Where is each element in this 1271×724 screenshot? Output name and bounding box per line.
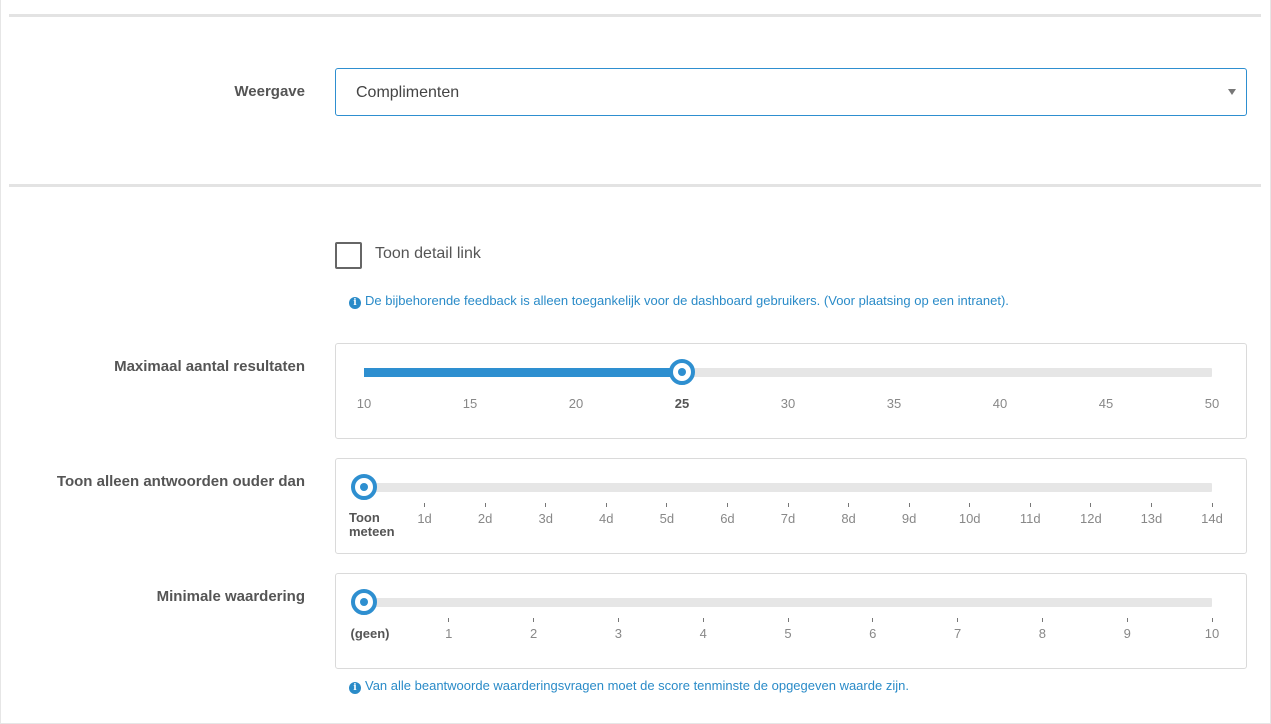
tick-label: 3 (614, 626, 622, 641)
tick-label: 6d (720, 511, 735, 526)
tick-label: 2 (529, 626, 538, 641)
tick-mark (617, 618, 619, 622)
older-than-track[interactable] (364, 483, 1212, 492)
tick-label: 40 (992, 396, 1008, 411)
max-results-fill (364, 368, 682, 377)
tick-label: 10 (1204, 626, 1220, 641)
tick-label: 1d (417, 511, 432, 526)
settings-panel: Weergave Complimenten Toon detail link i… (0, 0, 1271, 724)
max-results-handle[interactable] (669, 359, 695, 385)
min-rating-label: Minimale waardering (156, 588, 305, 605)
min-rating-info-text: Van alle beantwoorde waarderingsvragen m… (365, 678, 909, 693)
tick-mark (969, 503, 971, 507)
tick-mark (726, 503, 728, 507)
tick-label: 4d (599, 511, 614, 526)
tick-label: 13d (1140, 511, 1163, 526)
max-results-slider: 10 15 20 25 30 35 40 45 50 (335, 343, 1247, 439)
detail-link-checkbox[interactable] (335, 242, 362, 269)
tick-mark (1041, 618, 1043, 622)
tick-label: 1 (445, 626, 453, 641)
older-than-label: Toon alleen antwoorden ouder dan (56, 473, 305, 490)
tick-mark (484, 503, 486, 507)
tick-mark (424, 503, 426, 507)
tick-label: 4 (699, 626, 707, 641)
tick-mark (848, 503, 850, 507)
tick-mark (957, 618, 959, 622)
tick-label: 9d (901, 511, 917, 526)
tick-label: 45 (1098, 396, 1114, 411)
tick-mark (1090, 503, 1092, 507)
older-than-handle[interactable] (351, 474, 377, 500)
tick-label: 7 (953, 626, 962, 641)
tick-label: 10d (958, 511, 981, 526)
tick-label: 20 (568, 396, 584, 411)
tick-label: 15 (462, 396, 478, 411)
tick-mark (872, 618, 874, 622)
tick-label: 5 (784, 626, 792, 641)
tick-label: 10 (356, 396, 372, 411)
tick-mark (666, 503, 668, 507)
detail-link-info-text: De bijbehorende feedback is alleen toega… (365, 293, 1009, 308)
tick-label: 25 (674, 396, 690, 411)
max-results-track[interactable] (364, 368, 1212, 377)
tick-mark (1150, 503, 1152, 507)
tick-mark (1211, 503, 1213, 507)
tick-label: 3d (538, 511, 553, 526)
tick-mark (1211, 618, 1213, 622)
tick-mark (545, 503, 547, 507)
tick-label: 14d (1201, 511, 1223, 526)
divider-top (9, 14, 1261, 17)
tick-label: 8 (1038, 626, 1046, 641)
tick-mark (908, 503, 910, 507)
tick-mark (1029, 503, 1031, 507)
tick-label: 11d (1019, 511, 1041, 526)
display-select-value: Complimenten (356, 84, 460, 101)
display-label: Weergave (234, 83, 305, 100)
min-rating-track[interactable] (364, 598, 1212, 607)
tick-label: 30 (780, 396, 796, 411)
min-rating-info: i Van alle beantwoorde waarderingsvragen … (349, 678, 909, 694)
tick-mark (533, 618, 535, 622)
detail-link-info: i De bijbehorende feedback is alleen toeg… (349, 293, 1009, 309)
divider-middle (9, 184, 1261, 187)
tick-label: 5d (659, 511, 675, 526)
tick-label: 2d (477, 511, 493, 526)
display-select[interactable]: Complimenten (335, 68, 1247, 116)
tick-label: 9 (1123, 626, 1131, 641)
tick-label: 8d (841, 511, 856, 526)
tick-mark (1126, 618, 1128, 622)
tick-mark (605, 503, 607, 507)
info-icon: i (349, 682, 361, 694)
detail-link-label[interactable]: Toon detail link (375, 245, 481, 263)
chevron-down-icon (1228, 89, 1236, 95)
tick-label: 6 (869, 626, 877, 641)
tick-label: 7d (780, 511, 796, 526)
max-results-label: Maximaal aantal resultaten (114, 358, 305, 375)
older-than-slider: Toon meteen 1d 2d 3d 4d 5d 6d 7d 8d 9d 10d 11d 12d 13… (335, 458, 1247, 554)
tick-mark (787, 503, 789, 507)
tick-label: 12d (1079, 511, 1102, 526)
tick-label: 35 (886, 396, 902, 411)
tick-label: (geen) (350, 626, 390, 641)
min-rating-handle[interactable] (351, 589, 377, 615)
tick-mark (702, 618, 704, 622)
tick-mark (448, 618, 450, 622)
info-icon: i (349, 297, 361, 309)
tick-mark (787, 618, 789, 622)
min-rating-slider: (geen) 1 2 3 4 5 6 7 8 9 10 (335, 573, 1247, 669)
tick-label: 50 (1204, 396, 1220, 411)
